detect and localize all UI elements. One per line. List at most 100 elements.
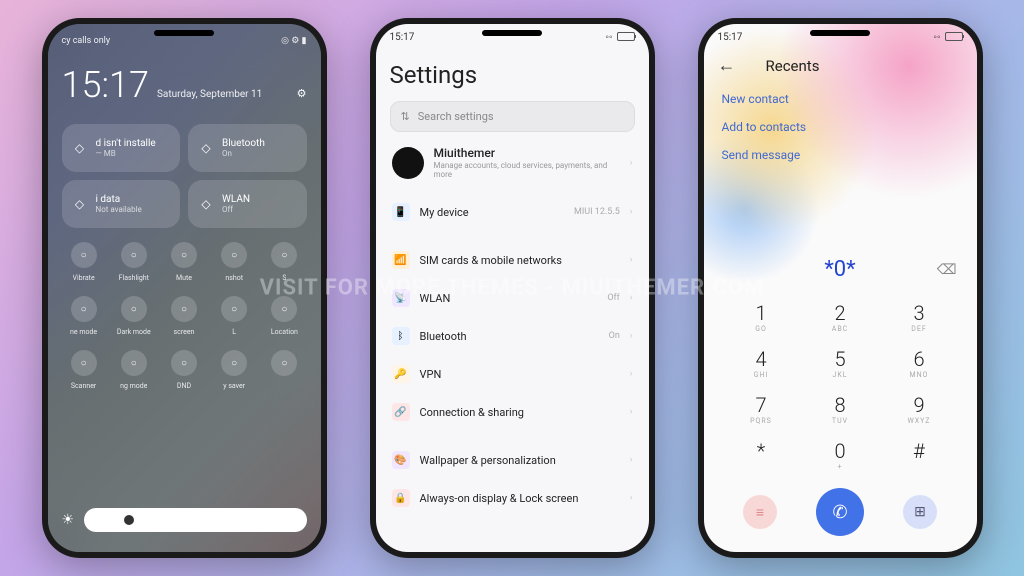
chevron-right-icon: › [630, 255, 633, 265]
settings-icon[interactable]: ⚙ [297, 87, 307, 100]
chevron-right-icon: › [630, 455, 633, 465]
tile-icon: ○ [271, 296, 297, 322]
tile-icon: ◇ [198, 140, 214, 156]
keypad-key[interactable]: 1GO [722, 294, 801, 340]
keypad-key[interactable]: 7PQRS [722, 386, 801, 432]
qs-tile[interactable]: ◇BluetoothOn [188, 124, 307, 172]
keypad-key[interactable]: 5JKL [801, 340, 880, 386]
tile-icon: ◇ [198, 196, 214, 212]
settings-row[interactable]: ᛒBluetoothOn› [390, 317, 635, 355]
qs-tile[interactable]: ◇d isn't installe— MB [62, 124, 181, 172]
phone-dialer: 15:17 ◦◦ ← Recents New contact Add to con… [698, 18, 983, 558]
tile-icon: ○ [121, 296, 147, 322]
chevron-right-icon: › [630, 293, 633, 303]
status-bar: cy calls only ◎ ⚙ ▮ [62, 36, 307, 46]
keypad-key[interactable]: 0+ [801, 432, 880, 478]
keypad-key[interactable]: 6MNO [880, 340, 959, 386]
qs-small-tile[interactable]: ○Mute [162, 242, 206, 282]
tile-icon: ○ [221, 296, 247, 322]
settings-row[interactable]: 🔗Connection & sharing› [390, 393, 635, 431]
keypad-key[interactable]: 3DEF [880, 294, 959, 340]
qs-small-tile[interactable]: ○nshot [212, 242, 256, 282]
tile-icon: ○ [221, 350, 247, 376]
dialed-number: *0* [824, 257, 855, 282]
qs-small-tile[interactable]: ○Flashlight [112, 242, 156, 282]
brightness-slider[interactable]: ☀ [62, 508, 307, 532]
qs-small-tile[interactable]: ○Scanner [62, 350, 106, 390]
row-icon: 🔗 [392, 403, 410, 421]
dialer-action[interactable]: New contact [722, 92, 959, 106]
phone-settings: 15:17 ◦◦ Settings ⇅ Search settings Miui… [370, 18, 655, 558]
keypad-toggle-button[interactable]: ⊞ [903, 495, 937, 529]
chevron-right-icon: › [630, 158, 633, 168]
row-icon: 📱 [392, 203, 410, 221]
user-sub: Manage accounts, cloud services, payment… [434, 161, 620, 179]
keypad-key[interactable]: # [880, 432, 959, 478]
dialer-action[interactable]: Send message [722, 148, 959, 162]
keypad-key[interactable]: 2ABC [801, 294, 880, 340]
settings-row[interactable]: 🔒Always-on display & Lock screen› [390, 479, 635, 517]
tile-icon: ○ [71, 296, 97, 322]
user-name: Miuithemer [434, 146, 620, 160]
status-time: 15:17 [390, 32, 415, 43]
page-title: Settings [390, 61, 635, 89]
backspace-icon[interactable]: ⌫ [937, 262, 957, 278]
settings-row[interactable]: 🔑VPN› [390, 355, 635, 393]
tile-icon: ◇ [72, 140, 88, 156]
call-button[interactable]: ✆ [816, 488, 864, 536]
status-bar: 15:17 ◦◦ [704, 24, 977, 47]
search-input[interactable]: ⇅ Search settings [390, 101, 635, 132]
qs-small-tile[interactable]: ○Location [262, 296, 306, 336]
qs-small-tile[interactable]: ○DND [162, 350, 206, 390]
settings-row[interactable]: 📱My deviceMIUI 12.5.5› [390, 193, 635, 231]
keypad-key[interactable]: 8TUV [801, 386, 880, 432]
qs-small-tile[interactable]: ○Dark mode [112, 296, 156, 336]
user-account-row[interactable]: Miuithemer Manage accounts, cloud servic… [390, 132, 635, 193]
row-icon: 🔑 [392, 365, 410, 383]
qs-small-tile[interactable]: ○ [262, 350, 306, 390]
qs-small-tile[interactable]: ○screen [162, 296, 206, 336]
settings-row[interactable]: 📶SIM cards & mobile networks› [390, 241, 635, 279]
menu-button[interactable]: ≡ [743, 495, 777, 529]
carrier-text: cy calls only [62, 36, 111, 46]
battery-icon [617, 32, 635, 41]
signal-icon: ◦◦ [933, 32, 940, 43]
back-button[interactable]: ← [718, 55, 736, 76]
qs-small-tile[interactable]: ○Vibrate [62, 242, 106, 282]
tile-icon: ○ [171, 296, 197, 322]
phone-control-center: cy calls only ◎ ⚙ ▮ 15:17 Saturday, Sept… [42, 18, 327, 558]
dialer-action[interactable]: Add to contacts [722, 120, 959, 134]
tile-icon: ○ [171, 242, 197, 268]
settings-row[interactable]: 📡WLANOff› [390, 279, 635, 317]
qs-tile[interactable]: ◇i dataNot available [62, 180, 181, 228]
qs-small-tile[interactable]: ○y saver [212, 350, 256, 390]
brightness-icon: ☀ [62, 512, 75, 528]
settings-row[interactable]: 🎨Wallpaper & personalization› [390, 441, 635, 479]
qs-small-tile[interactable]: ○ne mode [62, 296, 106, 336]
signal-icon: ◦◦ [605, 32, 612, 43]
row-icon: 🎨 [392, 451, 410, 469]
tile-icon: ○ [271, 242, 297, 268]
tile-icon: ○ [271, 350, 297, 376]
chevron-right-icon: › [630, 407, 633, 417]
tile-icon: ○ [171, 350, 197, 376]
tile-icon: ○ [71, 242, 97, 268]
qs-small-tile[interactable]: ○L [212, 296, 256, 336]
chevron-right-icon: › [630, 207, 633, 217]
row-icon: ᛒ [392, 327, 410, 345]
keypad-key[interactable]: 4GHI [722, 340, 801, 386]
keypad-key[interactable]: 9WXYZ [880, 386, 959, 432]
qs-tile[interactable]: ◇WLANOff [188, 180, 307, 228]
header-title: Recents [766, 57, 820, 75]
tile-icon: ○ [71, 350, 97, 376]
qs-small-tile[interactable]: ○S [262, 242, 306, 282]
tile-icon: ○ [121, 350, 147, 376]
status-icons: ◎ ⚙ ▮ [281, 36, 306, 46]
battery-icon [945, 32, 963, 41]
keypad-key[interactable]: * [722, 432, 801, 478]
search-placeholder: Search settings [418, 110, 494, 123]
status-time: 15:17 [718, 32, 743, 43]
search-icon: ⇅ [401, 110, 410, 123]
qs-small-tile[interactable]: ○ng mode [112, 350, 156, 390]
chevron-right-icon: › [630, 331, 633, 341]
